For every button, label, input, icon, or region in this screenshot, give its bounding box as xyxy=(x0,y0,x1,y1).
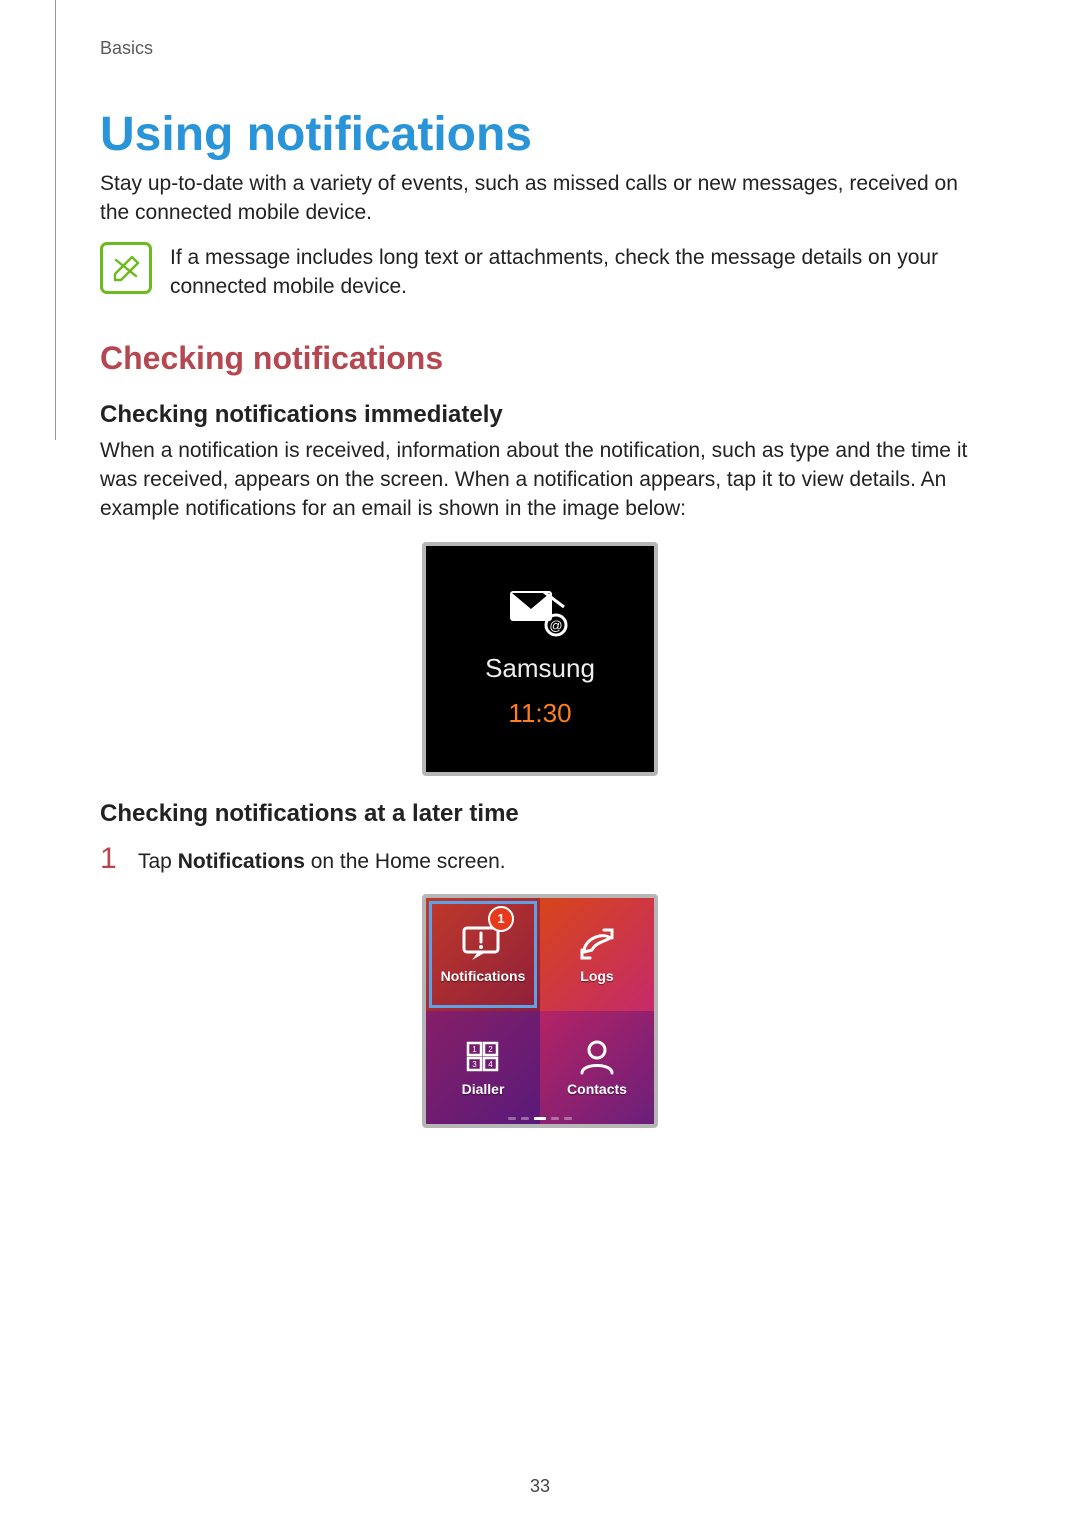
tile-label-notifications: Notifications xyxy=(441,968,526,984)
page-indicator xyxy=(426,1117,654,1120)
tile-dialler[interactable]: 1 2 3 4 Dialler xyxy=(426,1011,540,1124)
tile-notifications[interactable]: 1 Notifications xyxy=(426,898,540,1011)
contacts-icon xyxy=(574,1037,620,1077)
tile-contacts[interactable]: Contacts xyxy=(540,1011,654,1124)
home-screen-screenshot: 1 Notifications Logs 1 2 3 xyxy=(422,894,658,1128)
svg-text:4: 4 xyxy=(488,1060,493,1069)
step-suffix: on the Home screen. xyxy=(305,850,506,873)
email-notification-screenshot: @ Samsung 11:30 xyxy=(422,542,658,776)
step-strong: Notifications xyxy=(178,850,305,873)
paragraph-immediate: When a notification is received, informa… xyxy=(100,437,980,524)
intro-paragraph: Stay up-to-date with a variety of events… xyxy=(100,170,980,228)
svg-text:1: 1 xyxy=(472,1045,477,1054)
note-icon xyxy=(100,242,152,294)
page-title: Using notifications xyxy=(100,107,980,162)
note-text: If a message includes long text or attac… xyxy=(170,242,980,302)
step-number: 1 xyxy=(100,842,122,876)
notification-time: 11:30 xyxy=(508,698,571,729)
tile-label-dialler: Dialler xyxy=(462,1081,505,1097)
step-prefix: Tap xyxy=(138,850,178,873)
page: Basics Using notifications Stay up-to-da… xyxy=(0,0,1080,1527)
subsection-title: Checking notifications xyxy=(100,340,980,377)
svg-text:3: 3 xyxy=(472,1060,477,1069)
page-number: 33 xyxy=(0,1476,1080,1497)
vertical-rule xyxy=(55,0,56,440)
tile-label-logs: Logs xyxy=(580,968,613,984)
note-box: If a message includes long text or attac… xyxy=(100,242,980,302)
step-1: 1 Tap Notifications on the Home screen. xyxy=(100,842,980,876)
step-text: Tap Notifications on the Home screen. xyxy=(138,850,506,874)
logs-icon xyxy=(574,924,620,964)
tile-logs[interactable]: Logs xyxy=(540,898,654,1011)
tile-label-contacts: Contacts xyxy=(567,1081,627,1097)
sub-heading-immediate: Checking notifications immediately xyxy=(100,401,980,429)
notification-badge: 1 xyxy=(488,906,514,932)
dialler-icon: 1 2 3 4 xyxy=(460,1037,506,1077)
notification-sender: Samsung xyxy=(485,653,595,684)
svg-text:2: 2 xyxy=(488,1045,493,1054)
breadcrumb: Basics xyxy=(100,0,980,59)
email-icon: @ xyxy=(508,589,572,639)
svg-text:@: @ xyxy=(549,618,562,633)
sub-heading-later: Checking notifications at a later time xyxy=(100,800,980,828)
